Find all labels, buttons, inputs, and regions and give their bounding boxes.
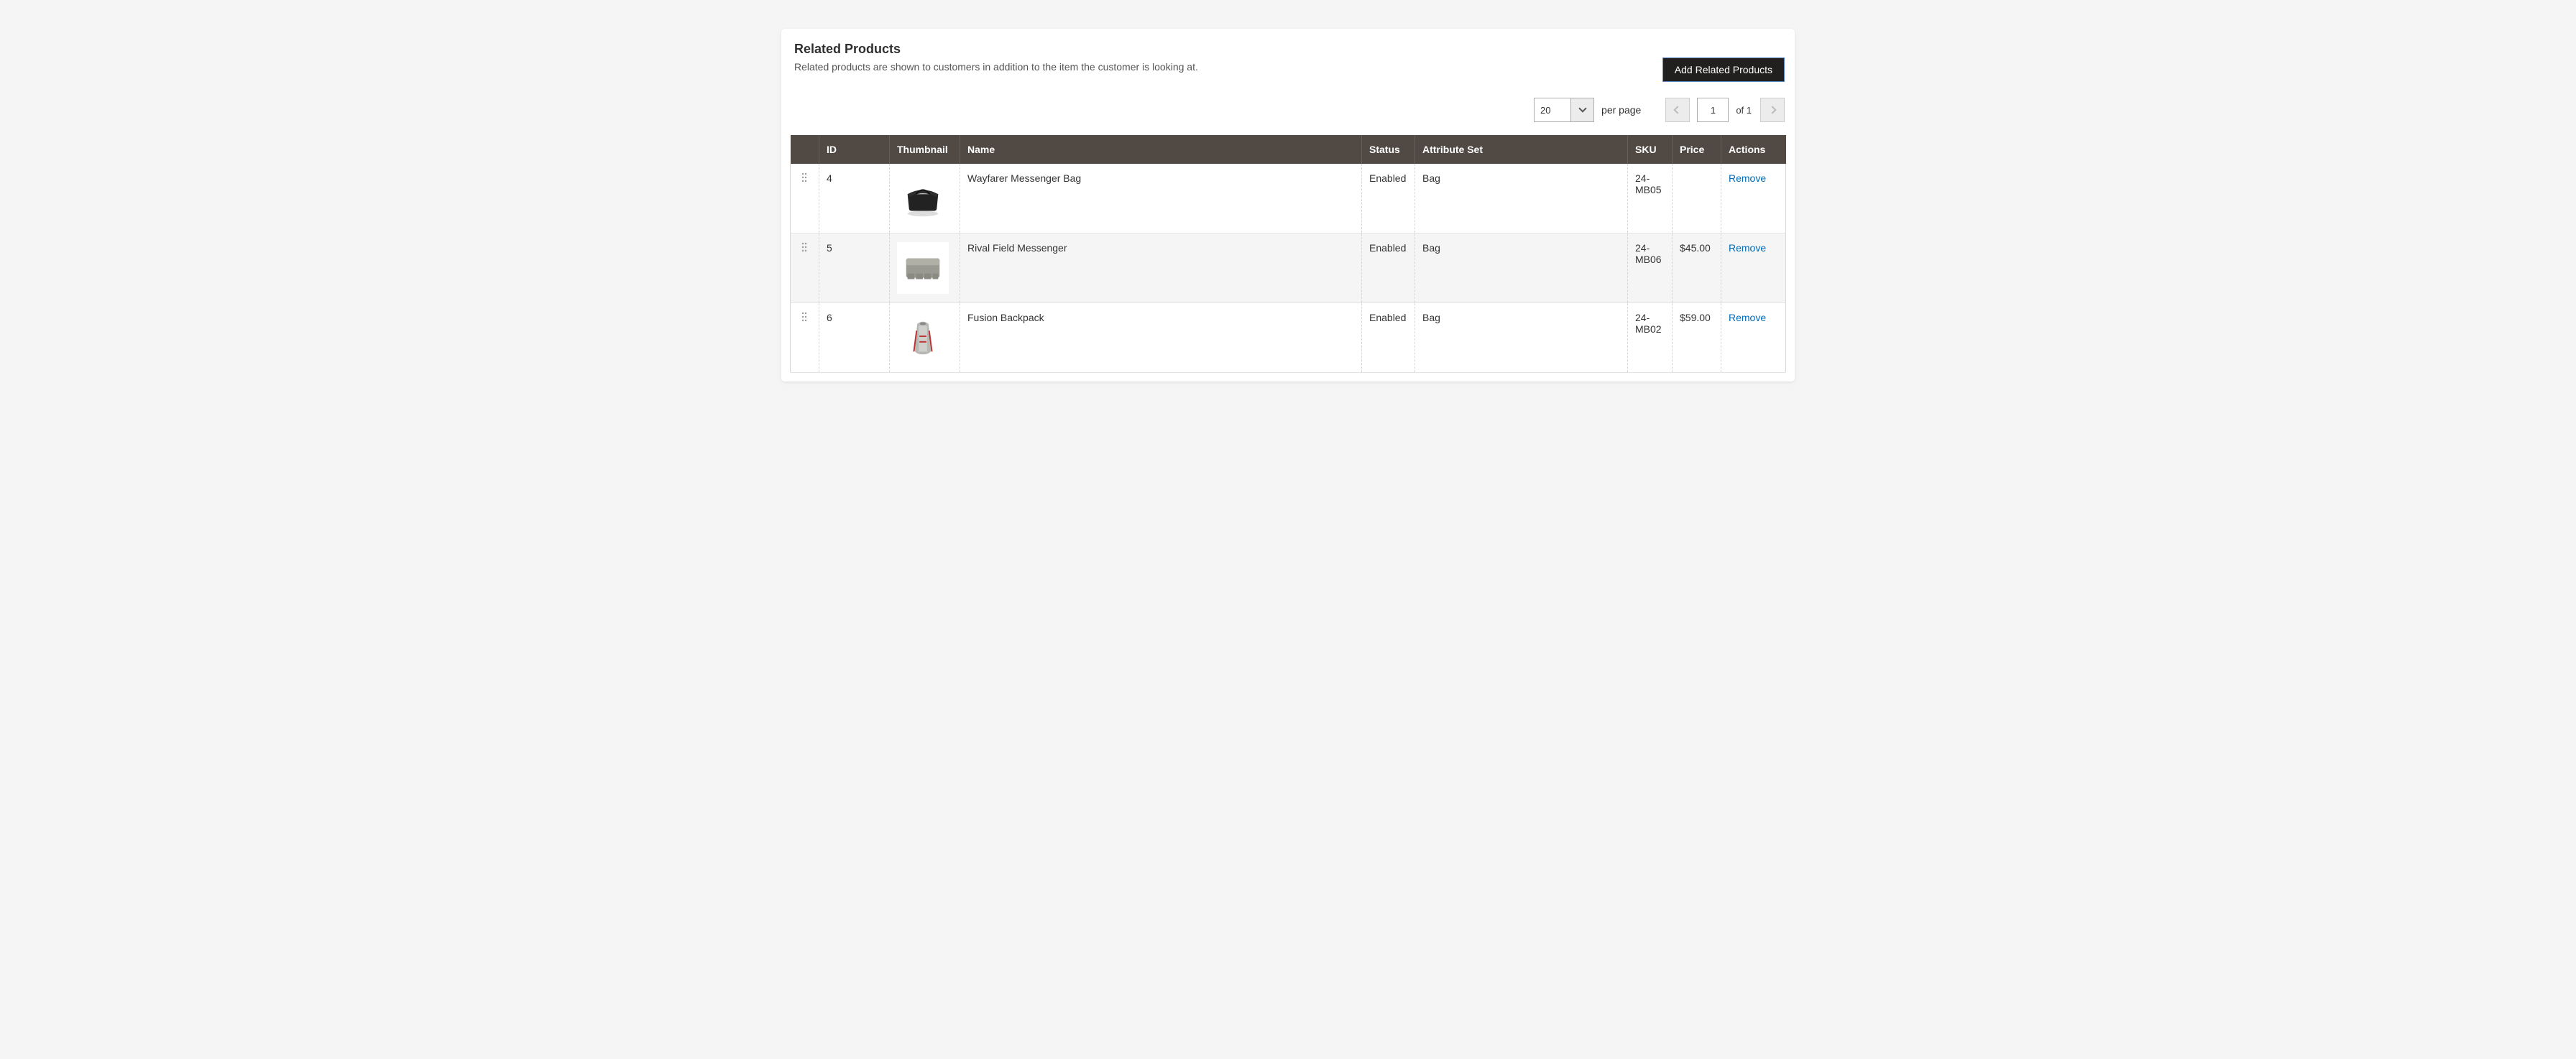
cell-sku: 24-MB06 <box>1628 233 1673 303</box>
product-thumbnail <box>897 172 949 224</box>
panel-subtitle: Related products are shown to customers … <box>794 61 1198 73</box>
drag-handle-icon[interactable] <box>801 312 809 322</box>
pager-page-input[interactable] <box>1697 98 1729 122</box>
page-size-input[interactable] <box>1534 98 1571 122</box>
related-products-panel: Related Products Related products are sh… <box>781 29 1795 381</box>
cell-actions: Remove <box>1721 233 1786 303</box>
cell-status: Enabled <box>1362 164 1415 233</box>
cell-price <box>1673 164 1721 233</box>
grid-controls: per page of 1 <box>790 98 1786 135</box>
cell-attribute-set: Bag <box>1415 233 1628 303</box>
per-page-label: per page <box>1601 104 1641 116</box>
table-row: 6 Fusion BackpackEnabledBag24-MB02$59.00 R… <box>791 303 1786 373</box>
cell-attribute-set: Bag <box>1415 303 1628 373</box>
product-thumbnail <box>897 242 949 294</box>
cell-thumbnail <box>890 164 960 233</box>
remove-link[interactable]: Remove <box>1729 172 1766 184</box>
drag-handle-cell <box>791 303 819 373</box>
chevron-right-icon <box>1768 106 1776 114</box>
col-header-id: ID <box>819 135 890 164</box>
cell-thumbnail <box>890 233 960 303</box>
panel-title: Related Products <box>794 42 1198 57</box>
col-header-name: Name <box>960 135 1362 164</box>
cell-id: 5 <box>819 233 890 303</box>
remove-link[interactable]: Remove <box>1729 242 1766 254</box>
col-header-price: Price <box>1673 135 1721 164</box>
col-header-status: Status <box>1362 135 1415 164</box>
cell-price: $45.00 <box>1673 233 1721 303</box>
col-header-actions: Actions <box>1721 135 1786 164</box>
cell-sku: 24-MB05 <box>1628 164 1673 233</box>
cell-sku: 24-MB02 <box>1628 303 1673 373</box>
cell-actions: Remove <box>1721 303 1786 373</box>
col-header-thumbnail: Thumbnail <box>890 135 960 164</box>
drag-handle-icon[interactable] <box>801 242 809 252</box>
page-size-dropdown-button[interactable] <box>1571 98 1594 122</box>
table-row: 4 Wayfarer Messenger BagEnabledBag24-MB05… <box>791 164 1786 233</box>
pager-of-label: of 1 <box>1736 105 1752 116</box>
cell-id: 4 <box>819 164 890 233</box>
drag-handle-cell <box>791 233 819 303</box>
chevron-down-icon <box>1578 104 1586 112</box>
panel-header: Related Products Related products are sh… <box>790 42 1786 98</box>
cell-thumbnail <box>890 303 960 373</box>
cell-name: Fusion Backpack <box>960 303 1362 373</box>
drag-handle-cell <box>791 164 819 233</box>
grid-header-row: ID Thumbnail Name Status Attribute Set S… <box>791 135 1786 164</box>
product-thumbnail <box>897 312 949 364</box>
col-header-attribute-set: Attribute Set <box>1415 135 1628 164</box>
cell-status: Enabled <box>1362 303 1415 373</box>
table-row: 5 Rival Field MessengerEnabledBag24-MB06$… <box>791 233 1786 303</box>
cell-attribute-set: Bag <box>1415 164 1628 233</box>
remove-link[interactable]: Remove <box>1729 312 1766 323</box>
cell-name: Rival Field Messenger <box>960 233 1362 303</box>
col-header-handle <box>791 135 819 164</box>
pager-prev-button[interactable] <box>1665 98 1690 122</box>
cell-id: 6 <box>819 303 890 373</box>
chevron-left-icon <box>1674 106 1682 114</box>
col-header-sku: SKU <box>1628 135 1673 164</box>
cell-actions: Remove <box>1721 164 1786 233</box>
pager: of 1 <box>1665 98 1785 122</box>
pager-next-button[interactable] <box>1760 98 1785 122</box>
cell-name: Wayfarer Messenger Bag <box>960 164 1362 233</box>
page-size-control: per page <box>1534 98 1658 122</box>
add-related-products-button[interactable]: Add Related Products <box>1662 57 1785 82</box>
drag-handle-icon[interactable] <box>801 172 809 182</box>
cell-price: $59.00 <box>1673 303 1721 373</box>
cell-status: Enabled <box>1362 233 1415 303</box>
related-products-grid: ID Thumbnail Name Status Attribute Set S… <box>790 135 1786 373</box>
